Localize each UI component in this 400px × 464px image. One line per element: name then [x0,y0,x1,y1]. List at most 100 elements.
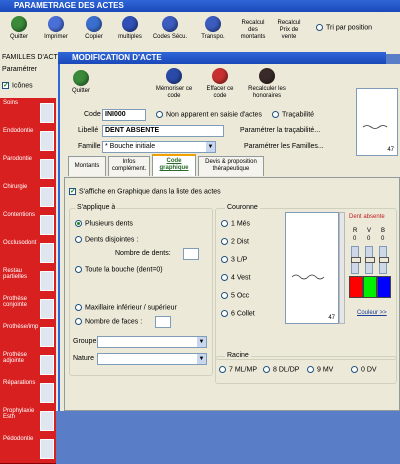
dropdown-icon[interactable]: ▼ [197,354,206,364]
racine-radio[interactable] [307,366,314,373]
traceability-option[interactable]: Traçabilité [272,111,314,118]
codes-secu-button[interactable]: Codes Sécu. [150,16,190,41]
red-slider[interactable] [351,246,361,274]
param-traceability-link[interactable]: Paramétrer la traçabilité... [240,127,320,134]
racine-option[interactable]: 8 DL/DP [263,366,299,373]
not-shown-option[interactable]: Non apparent en saisie d'actes [156,111,262,118]
tooth-icon [40,327,54,347]
tooth-preview: 47 [356,88,398,156]
nombre-dents-field[interactable] [183,248,199,260]
dialog-quit-button[interactable]: Quitter [68,70,94,95]
icones-checkbox[interactable] [2,82,9,89]
toute-option[interactable]: Toute la bouche (dent=0) [75,266,163,273]
family-item[interactable]: Pédodontie [0,434,56,464]
tab-infos[interactable]: Infos complément. [108,156,150,176]
family-item-label: Pédodontie [3,436,34,442]
sort-radio[interactable] [316,24,323,31]
memorize-button[interactable]: Mémoriser ce code [154,68,194,100]
racine-option[interactable]: 7 ML/MP [219,366,257,373]
plusieurs-radio[interactable] [75,220,82,227]
transpo-button[interactable]: Transpo. [198,16,228,41]
disjointes-option[interactable]: Dents disjointes : [75,236,138,243]
family-item[interactable]: Chirurgie [0,182,56,212]
toute-radio[interactable] [75,266,82,273]
printer-icon [48,16,64,32]
recalc-amounts-button[interactable]: Recalcul des montants [236,20,270,41]
family-item[interactable]: Prothèse adjointe [0,350,56,380]
family-item[interactable]: Prothèse/imp [0,322,56,352]
rvb-r-value: 0 [353,236,357,242]
couronne-label: 6 Collet [231,310,255,318]
chevron-down-icon[interactable]: ▼ [206,142,215,152]
nature-field[interactable]: ▼ [97,353,207,365]
couronne-option[interactable]: 6 Collet [221,310,255,317]
outer-quit-button[interactable]: Quitter [6,16,32,41]
green-slider[interactable] [365,246,375,274]
recalc-price-button[interactable]: Recalcul Prix de vente [272,20,306,41]
racine-option[interactable]: 0 DV [351,366,377,373]
copy-button[interactable]: Copier [80,16,108,41]
family-item[interactable]: Soins [0,98,56,128]
disjointes-radio[interactable] [75,236,82,243]
delete-button[interactable]: Effacer ce code [202,68,238,100]
famille-select[interactable]: * Bouche initiale ▼ [102,141,216,153]
tab-devis[interactable]: Devis & proposition thérapeutique [198,156,264,176]
tab-montants[interactable]: Montants [68,156,106,176]
racine-radio[interactable] [219,366,226,373]
racine-radio[interactable] [263,366,270,373]
couleur-link[interactable]: Couleur >> [357,310,387,316]
couronne-option[interactable]: 5 Occ [221,292,249,299]
maxillaire-option[interactable]: Maxillaire inférieur / supérieur [75,304,177,311]
parametrer-link[interactable]: Paramétrer [2,66,37,73]
couronne-radio[interactable] [221,274,228,281]
traceability-radio[interactable] [272,111,279,118]
family-item[interactable]: Réparations [0,378,56,408]
racine-label: 9 MV [317,366,334,374]
icones-option[interactable]: Icônes [2,82,33,89]
family-item[interactable]: Endodontie [0,126,56,156]
couronne-radio[interactable] [221,220,228,227]
racine-radio[interactable] [351,366,358,373]
transpo-icon [205,16,221,32]
family-item[interactable]: Restau partielles [0,266,56,296]
family-item[interactable]: Occlusodont [0,238,56,268]
maxillaire-radio[interactable] [75,304,82,311]
couronne-option[interactable]: 4 Vest [221,274,250,281]
graph-scrollbar[interactable] [339,212,345,324]
nombre-faces-field[interactable] [155,316,171,328]
multiples-button[interactable]: multiples [114,16,146,41]
tab-bar: Montants Infos complément. Code graphiqu… [68,154,398,178]
couronne-radio[interactable] [221,256,228,263]
racine-option[interactable]: 9 MV [307,366,333,373]
couronne-radio[interactable] [221,238,228,245]
tooth-icon [40,271,54,291]
family-item-label: Réparations [3,380,36,386]
show-graph-option[interactable]: S'affiche en Graphique dans la liste des… [69,188,221,195]
family-item-label: Prothèse/imp [3,324,39,330]
tooth-preview-drawing [362,125,388,129]
not-shown-radio[interactable] [156,111,163,118]
show-graph-checkbox[interactable] [69,188,76,195]
couronne-option[interactable]: 3 L/P [221,256,247,263]
family-item[interactable]: Parodontie [0,154,56,184]
param-familles-link[interactable]: Paramétrer les Familles... [244,143,324,150]
groupe-field[interactable]: ▼ [97,336,207,348]
code-field[interactable]: INI000 [102,109,146,121]
family-item[interactable]: Contentions [0,210,56,240]
dropdown-icon[interactable]: ▼ [197,337,206,347]
famille-label: Famille [78,143,101,150]
tab-code-graphique[interactable]: Code graphique [152,154,196,176]
couronne-radio[interactable] [221,292,228,299]
nombre-faces-radio[interactable] [75,318,82,325]
couronne-option[interactable]: 2 Dist [221,238,249,245]
blue-slider[interactable] [379,246,389,274]
nombre-faces-option[interactable]: Nombre de faces : [75,318,142,325]
libelle-field[interactable]: DENT ABSENTE [102,125,224,137]
couronne-radio[interactable] [221,310,228,317]
recalc-fees-button[interactable]: Recalculer les honoraires [244,68,290,100]
couronne-option[interactable]: 1 Més [221,220,250,227]
sort-option[interactable]: Tri par position [316,24,372,31]
family-item[interactable]: Prothèse conjointe [0,294,56,324]
plusieurs-option[interactable]: Plusieurs dents [75,220,133,227]
print-button[interactable]: Imprimer [42,16,70,41]
